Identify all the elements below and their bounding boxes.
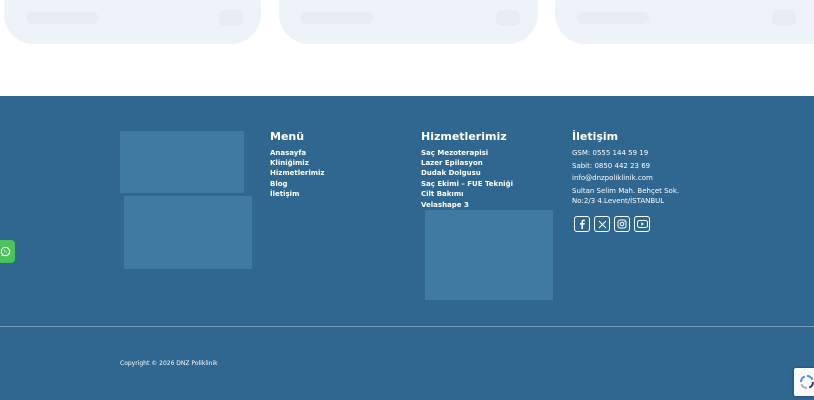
contact-address-line2: No:2/3 4.Levent/İSTANBUL [572,197,665,205]
contact-title: İletişim [572,130,619,143]
contact-phone[interactable]: Sabit: 0850 442 23 69 [572,161,650,171]
menu-title: Menü [270,130,305,143]
services-title: Hizmetlerimiz [421,130,507,143]
service-link-hair-mesotherapy[interactable]: Saç Mezoterapisi [421,148,488,158]
instagram-icon[interactable] [614,216,630,232]
service-link-lip-filler[interactable]: Dudak Dolgusu [421,168,481,178]
menu-link-clinic[interactable]: Kliniğimiz [270,158,309,168]
contact-address-line1: Sultan Selim Mah. Behçet Sok. [572,187,680,195]
youtube-icon[interactable] [634,216,650,232]
footer-service-image [425,210,553,300]
whatsapp-button[interactable] [0,240,15,263]
footer-divider [0,326,814,327]
card-text-placeholder [26,12,98,24]
recaptcha-icon [799,374,814,390]
service-link-skin-care[interactable]: Cilt Bakımı [421,189,464,199]
service-card-2[interactable] [279,0,538,44]
card-icon-placeholder [496,10,520,26]
card-icon-placeholder [219,10,243,26]
footer-badge-image [124,196,252,269]
recaptcha-badge[interactable] [794,368,814,396]
service-link-laser-epilation[interactable]: Lazer Epilasyon [421,158,483,168]
card-text-placeholder [577,12,649,24]
service-card-1[interactable] [4,0,261,44]
contact-gsm[interactable]: GSM: 0555 144 59 19 [572,148,648,158]
card-icon-placeholder [772,10,796,26]
whatsapp-icon [0,246,11,257]
contact-email[interactable]: info@dnzpoliklinik.com [572,173,653,183]
service-link-hair-transplant[interactable]: Saç Ekimi – FUE Tekniği [421,179,513,189]
x-icon[interactable] [594,216,610,232]
card-text-placeholder [301,12,373,24]
footer-logo-image [120,131,244,193]
site-footer: Menü Anasayfa Kliniğimiz Hizmetlerimiz B… [0,96,814,400]
copyright-text: Copyright © 2026 DNZ Poliklinik [120,360,218,367]
menu-link-blog[interactable]: Blog [270,179,288,189]
service-card-3[interactable] [555,0,814,44]
menu-link-home[interactable]: Anasayfa [270,148,306,158]
service-link-velashape[interactable]: Velashape 3 [421,200,469,210]
facebook-icon[interactable] [574,216,590,232]
menu-link-contact[interactable]: İletişim [270,189,299,199]
menu-link-services[interactable]: Hizmetlerimiz [270,168,325,178]
